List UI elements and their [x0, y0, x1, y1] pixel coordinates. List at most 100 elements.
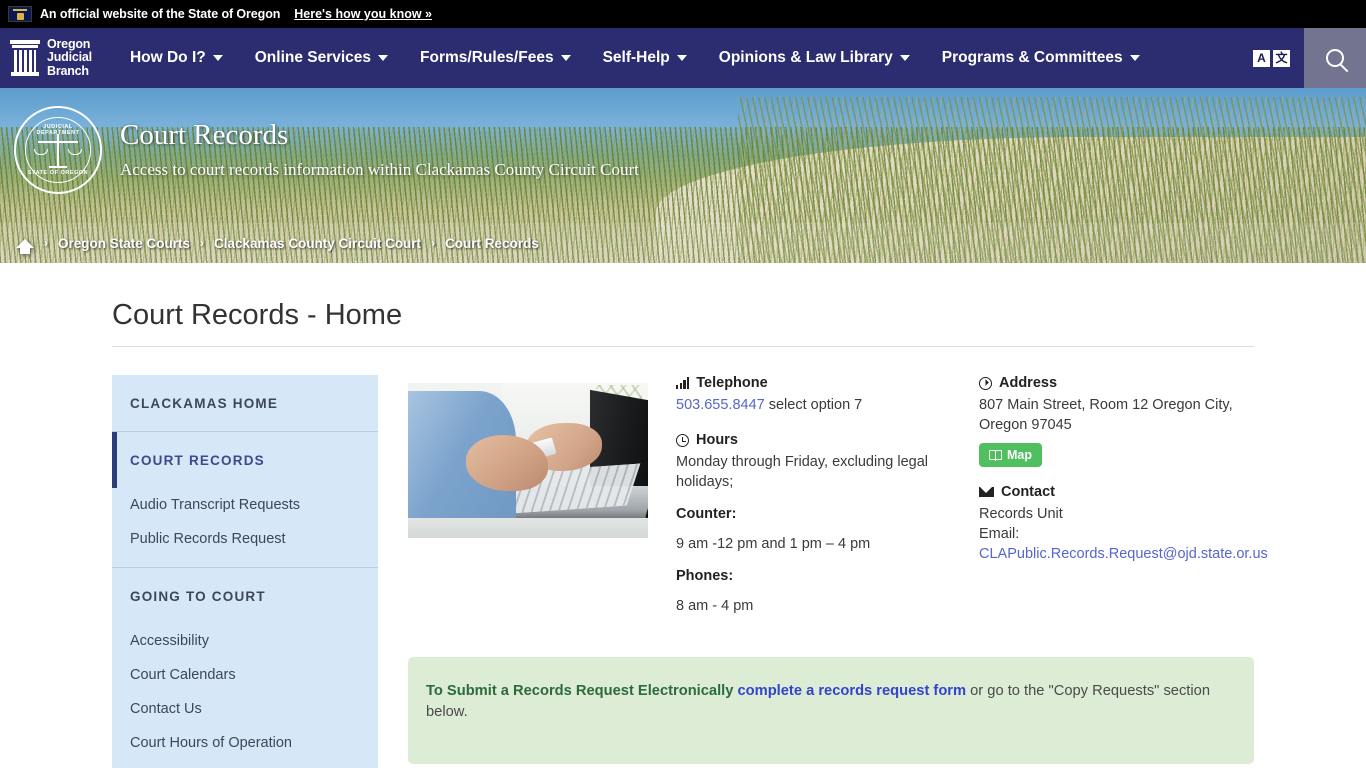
- hours-heading: Hours: [676, 432, 951, 448]
- records-request-form-link[interactable]: complete a records request form: [738, 683, 967, 699]
- counter-value: 9 am -12 pm and 1 pm – 4 pm: [676, 536, 871, 552]
- telephone-suffix: select option 7: [764, 397, 863, 413]
- address-block: Address 807 Main Street, Room 12 Oregon …: [979, 375, 1254, 467]
- search-button[interactable]: [1304, 28, 1366, 88]
- courthouse-column-icon: [10, 40, 40, 76]
- chevron-down-icon: [212, 55, 223, 61]
- sidebar-item-contact-us[interactable]: Contact Us: [112, 692, 378, 726]
- callout-text: To Submit a Records Request Electronical…: [426, 681, 1236, 723]
- callout-strong-text: To Submit a Records Request Electronical…: [426, 683, 738, 699]
- laptop-card-photo: [408, 383, 648, 538]
- judicial-department-seal-icon: JUDICIAL DEPARTMENT STATE OF OREGON: [14, 106, 102, 194]
- translate-latin-icon: A: [1253, 49, 1270, 67]
- phones-value: 8 am - 4 pm: [676, 598, 754, 614]
- state-banner-text: An official website of the State of Oreg…: [40, 7, 281, 21]
- nav-label: Self-Help: [602, 49, 670, 66]
- map-icon: [989, 449, 1002, 461]
- breadcrumb: › Oregon State Courts › Clackamas County…: [0, 223, 1366, 263]
- page-body: Court Records - Home CLACKAMAS HOME COUR…: [0, 263, 1366, 768]
- chevron-down-icon: [1129, 55, 1140, 61]
- sidebar-group-clackamas-home: CLACKAMAS HOME: [112, 375, 378, 432]
- nav-item-opinions-law-library[interactable]: Opinions & Law Library: [703, 28, 926, 88]
- map-button-label: Map: [1007, 448, 1032, 462]
- hero-title: Court Records: [120, 119, 289, 151]
- map-button[interactable]: Map: [979, 443, 1042, 467]
- address-contact-column: Address 807 Main Street, Room 12 Oregon …: [979, 375, 1268, 581]
- translate-button[interactable]: A 文: [1253, 49, 1290, 67]
- sidebar-item-court-hours-of-operation[interactable]: Court Hours of Operation: [112, 726, 378, 768]
- sidebar-item-audio-transcript-requests[interactable]: Audio Transcript Requests: [112, 488, 378, 522]
- sidebar-item-public-records-request[interactable]: Public Records Request: [112, 522, 378, 567]
- telephone-value: 503.655.8447 select option 7: [676, 395, 951, 415]
- contact-email-label: Email:: [979, 526, 1020, 542]
- nav-label: How Do I?: [129, 49, 206, 66]
- brand-line-2: Judicial: [47, 50, 92, 65]
- phones-label: Phones:: [676, 568, 734, 584]
- sidebar: CLACKAMAS HOME COURT RECORDS Audio Trans…: [112, 375, 378, 768]
- sidebar-group-court-records: COURT RECORDS Audio Transcript Requests …: [112, 432, 378, 568]
- breadcrumb-separator: ›: [431, 236, 436, 250]
- address-heading: Address: [979, 375, 1254, 391]
- hero-banner: JUDICIAL DEPARTMENT STATE OF OREGON Cour…: [0, 88, 1366, 263]
- telephone-heading: Telephone: [676, 375, 951, 391]
- page-title: Court Records - Home: [112, 263, 1254, 347]
- envelope-icon: [979, 487, 994, 497]
- sidebar-item-going-to-court[interactable]: GOING TO COURT: [112, 568, 378, 624]
- search-icon: [1326, 49, 1344, 67]
- hero-text-block: Court Records Access to court records in…: [120, 118, 639, 180]
- main-content: Telephone 503.655.8447 select option 7 H…: [378, 375, 1268, 764]
- telephone-block: Telephone 503.655.8447 select option 7: [676, 375, 951, 415]
- contact-email-link[interactable]: CLAPublic.Records.Request@ojd.state.or.u…: [979, 544, 1268, 564]
- breadcrumb-item-court-records: Court Records: [445, 235, 539, 251]
- chevron-down-icon: [378, 55, 389, 61]
- breadcrumb-item-oregon-state-courts[interactable]: Oregon State Courts: [58, 236, 190, 251]
- sidebar-item-court-calendars[interactable]: Court Calendars: [112, 658, 378, 692]
- telephone-link[interactable]: 503.655.8447: [676, 397, 765, 413]
- chevron-down-icon: [560, 55, 571, 61]
- site-logo[interactable]: Oregon Judicial Branch: [0, 28, 106, 88]
- nav-item-online-services[interactable]: Online Services: [239, 28, 404, 88]
- signal-bars-icon: [676, 377, 690, 389]
- chevron-down-icon: [899, 55, 910, 61]
- home-icon[interactable]: [16, 238, 34, 254]
- breadcrumb-separator: ›: [44, 236, 48, 250]
- nav-item-programs-committees[interactable]: Programs & Committees: [926, 28, 1156, 88]
- nav-item-forms-rules-fees[interactable]: Forms/Rules/Fees: [404, 28, 587, 88]
- contact-block: Contact Records Unit Email: CLAPublic.Re…: [979, 484, 1268, 564]
- nav-label: Opinions & Law Library: [718, 49, 893, 66]
- contact-heading: Contact: [979, 484, 1254, 500]
- nav-item-how-do-i[interactable]: How Do I?: [114, 28, 239, 88]
- breadcrumb-separator: ›: [200, 236, 205, 250]
- clock-icon: [676, 433, 689, 447]
- nav-items: How Do I? Online Services Forms/Rules/Fe…: [106, 28, 1253, 88]
- records-request-callout: To Submit a Records Request Electronical…: [408, 657, 1254, 764]
- compass-icon: [979, 376, 992, 390]
- sidebar-item-court-records[interactable]: COURT RECORDS: [112, 432, 378, 488]
- hero-subtitle: Access to court records information with…: [120, 160, 639, 179]
- chevron-down-icon: [676, 55, 687, 61]
- nav-item-self-help[interactable]: Self-Help: [587, 28, 703, 88]
- oregon-flag-icon: [8, 6, 32, 22]
- scales-of-justice-icon: [34, 132, 82, 168]
- nav-label: Forms/Rules/Fees: [420, 49, 554, 66]
- counter-label: Counter:: [676, 506, 737, 522]
- seal-bottom-text: STATE OF OREGON: [27, 170, 89, 176]
- contact-unit: Records Unit: [979, 506, 1063, 522]
- nav-label: Programs & Committees: [941, 49, 1123, 66]
- address-text: 807 Main Street, Room 12 Oregon City, Or…: [979, 397, 1233, 433]
- sidebar-item-clackamas-home[interactable]: CLACKAMAS HOME: [112, 375, 378, 431]
- main-navigation: Oregon Judicial Branch How Do I? Online …: [0, 28, 1366, 88]
- how-you-know-link[interactable]: Here's how you know »: [294, 7, 432, 21]
- content-row: CLACKAMAS HOME COURT RECORDS Audio Trans…: [112, 375, 1268, 768]
- sidebar-item-accessibility[interactable]: Accessibility: [112, 624, 378, 658]
- brand-text: Oregon Judicial Branch: [47, 36, 92, 79]
- breadcrumb-item-clackamas-county-circuit-court[interactable]: Clackamas County Circuit Court: [214, 236, 421, 251]
- official-state-banner: An official website of the State of Oreg…: [0, 0, 1366, 28]
- nav-label: Online Services: [254, 49, 372, 66]
- brand-line-3: Branch: [47, 63, 89, 78]
- telephone-hours-column: Telephone 503.655.8447 select option 7 H…: [676, 375, 951, 633]
- translate-cjk-icon: 文: [1273, 49, 1290, 67]
- nav-right-controls: A 文: [1253, 28, 1366, 88]
- brand-line-1: Oregon: [47, 36, 91, 51]
- info-row: Telephone 503.655.8447 select option 7 H…: [408, 375, 1268, 633]
